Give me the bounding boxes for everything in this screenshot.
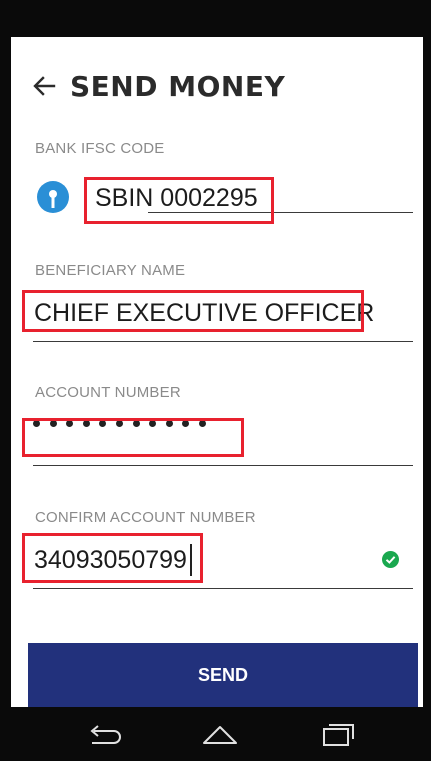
android-nav-bar	[0, 707, 431, 761]
send-button[interactable]: SEND	[28, 643, 418, 707]
nav-back-icon[interactable]	[84, 719, 124, 749]
account-number-highlight-box	[22, 418, 244, 457]
sbi-logo-icon	[37, 181, 69, 213]
confirm-account-highlight-box	[22, 533, 203, 583]
beneficiary-underline	[33, 341, 413, 342]
ifsc-label: BANK IFSC CODE	[35, 140, 165, 157]
page-title: SEND MONEY	[70, 69, 286, 103]
confirm-account-underline	[33, 588, 413, 589]
beneficiary-highlight-box	[22, 290, 364, 332]
screen-border-left	[0, 37, 11, 707]
nav-home-icon[interactable]	[200, 719, 240, 749]
app-header: SEND MONEY	[32, 66, 285, 106]
beneficiary-label: BENEFICIARY NAME	[35, 262, 186, 279]
nav-recents-icon[interactable]	[318, 719, 358, 749]
check-circle-icon	[382, 551, 399, 568]
confirm-account-label: CONFIRM ACCOUNT NUMBER	[35, 509, 256, 526]
ifsc-highlight-box	[84, 177, 274, 224]
account-number-label: ACCOUNT NUMBER	[35, 384, 181, 401]
screen-border-right	[423, 37, 431, 707]
status-bar	[0, 0, 431, 37]
account-number-underline	[33, 465, 413, 466]
back-arrow-icon[interactable]	[32, 74, 56, 98]
